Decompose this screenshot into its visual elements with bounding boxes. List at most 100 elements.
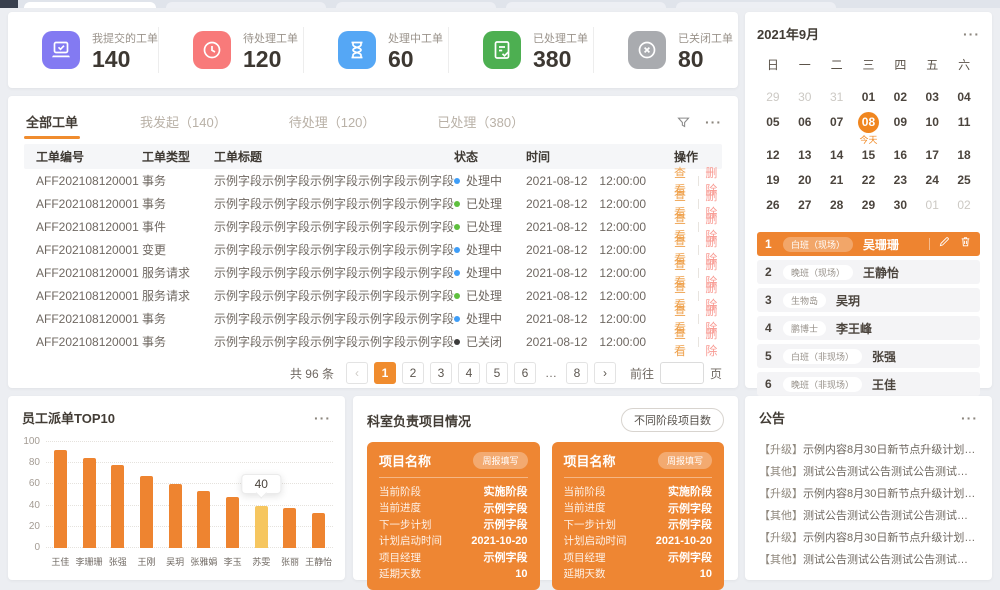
page-button-4[interactable]: 4 [458, 362, 480, 384]
calendar-day[interactable]: 19 [757, 170, 789, 195]
calendar-day[interactable]: 26 [757, 195, 789, 220]
calendar-day[interactable]: 22 [853, 170, 885, 195]
calendar-day[interactable]: 14 [821, 145, 853, 170]
tab-全部工单[interactable]: 全部工单 [24, 106, 80, 139]
calendar-day[interactable]: 31 [821, 87, 853, 112]
bar-王刚[interactable] [140, 476, 153, 548]
calendar-day[interactable]: 05 [757, 112, 789, 145]
stat-card[interactable]: 待处理工单120 [158, 27, 303, 73]
calendar-day[interactable]: 20 [789, 170, 821, 195]
next-page-button[interactable]: › [594, 362, 616, 384]
delete-link[interactable]: 删除 [705, 325, 722, 359]
calendar-day[interactable]: 02 [884, 87, 916, 112]
calendar-day[interactable]: 10 [916, 112, 948, 145]
stat-card[interactable]: 我提交的工单140 [8, 27, 158, 73]
calendar-day[interactable]: 02 [948, 195, 980, 220]
stat-card[interactable]: 处理中工单60 [303, 27, 448, 73]
page-button-8[interactable]: 8 [566, 362, 588, 384]
announcement-item[interactable]: 【其他】测试公告测试公告测试公告测试公告测试公告 [759, 549, 978, 571]
goto-page-input[interactable] [660, 362, 704, 384]
edit-icon[interactable] [938, 235, 951, 253]
prev-page-button[interactable]: ‹ [346, 362, 368, 384]
bar-王静怡[interactable] [312, 513, 325, 548]
bar-吴玥[interactable] [169, 484, 182, 548]
duty-row[interactable]: 3生物岛吴玥 [757, 288, 980, 312]
calendar-day[interactable]: 27 [789, 195, 821, 220]
bar-张丽[interactable] [283, 508, 296, 548]
duty-row[interactable]: 6晚班（非现场）王佳 [757, 372, 980, 396]
duty-row[interactable]: 5白班（非现场）张强 [757, 344, 980, 368]
calendar-day[interactable]: 29 [853, 195, 885, 220]
order-clock: 12:00:00 [599, 197, 646, 211]
browser-tab[interactable] [506, 2, 666, 8]
calendar-day[interactable]: 21 [821, 170, 853, 195]
calendar-day[interactable]: 13 [789, 145, 821, 170]
browser-tab[interactable] [336, 2, 496, 8]
calendar-day[interactable]: 17 [916, 145, 948, 170]
calendar-day[interactable]: 16 [884, 145, 916, 170]
goto-label: 前往 [630, 365, 654, 382]
calendar-day[interactable]: 09 [884, 112, 916, 145]
duty-row[interactable]: 1白班（现场）吴珊珊 [757, 232, 980, 256]
project-card[interactable]: 项目名称周报填写当前阶段实施阶段当前进度示例字段下一步计划示例字段计划启动时间2… [367, 442, 540, 590]
bar-张雅娟[interactable] [197, 491, 210, 548]
page-button-1[interactable]: 1 [374, 362, 396, 384]
calendar-day[interactable]: 04 [948, 87, 980, 112]
weekly-report-badge[interactable]: 周报填写 [473, 452, 527, 469]
stat-card[interactable]: 已处理工单380 [448, 27, 593, 73]
more-menu-icon[interactable]: ··· [963, 26, 980, 42]
browser-tab[interactable] [166, 2, 326, 8]
calendar-day[interactable]: 01 [916, 195, 948, 220]
tab-已处理（380）[interactable]: 已处理（380） [435, 106, 526, 139]
announcement-text: 测试公告测试公告测试公告测试公告测试公告 [803, 466, 978, 478]
announcement-item[interactable]: 【其他】测试公告测试公告测试公告测试公告测试公告 [759, 505, 978, 527]
calendar-day[interactable]: 30 [789, 87, 821, 112]
duty-row[interactable]: 2晚班（现场）王静怡 [757, 260, 980, 284]
stat-card[interactable]: 已关闭工单80 [593, 27, 738, 73]
filter-icon[interactable] [676, 115, 691, 130]
bar-李玉[interactable] [226, 497, 239, 548]
announcement-item[interactable]: 【升级】示例内容8月30日新节点升级计划通知 [759, 527, 978, 549]
calendar-day[interactable]: 03 [916, 87, 948, 112]
calendar-day[interactable]: 18 [948, 145, 980, 170]
calendar-day[interactable]: 28 [821, 195, 853, 220]
announcement-item[interactable]: 【其他】测试公告测试公告测试公告测试公告测试公告 [759, 461, 978, 483]
calendar-day[interactable]: 11 [948, 112, 980, 145]
view-link[interactable]: 查看 [674, 325, 691, 359]
page-button-3[interactable]: 3 [430, 362, 452, 384]
field-label: 延期天数 [564, 566, 606, 581]
browser-tab[interactable] [676, 2, 836, 8]
more-menu-icon[interactable]: ··· [314, 410, 331, 426]
calendar-day[interactable]: 23 [884, 170, 916, 195]
stage-count-button[interactable]: 不同阶段项目数 [621, 408, 724, 432]
duty-row[interactable]: 4鹏博士李王峰 [757, 316, 980, 340]
calendar-day[interactable]: 29 [757, 87, 789, 112]
calendar-day-today[interactable]: 08今天 [853, 112, 885, 145]
bar-苏雯[interactable] [255, 506, 268, 548]
calendar-day[interactable]: 25 [948, 170, 980, 195]
calendar-day[interactable]: 24 [916, 170, 948, 195]
page-button-5[interactable]: 5 [486, 362, 508, 384]
more-menu-icon[interactable]: ··· [705, 114, 722, 130]
announcement-item[interactable]: 【升级】示例内容8月30日新节点升级计划通知 [759, 483, 978, 505]
calendar-day[interactable]: 01 [853, 87, 885, 112]
weekly-report-badge[interactable]: 周报填写 [658, 452, 712, 469]
calendar-day[interactable]: 30 [884, 195, 916, 220]
tab-待处理（120）[interactable]: 待处理（120） [287, 106, 378, 139]
announcement-item[interactable]: 【升级】示例内容8月30日新节点升级计划通知 [759, 439, 978, 461]
page-button-2[interactable]: 2 [402, 362, 424, 384]
project-card[interactable]: 项目名称周报填写当前阶段实施阶段当前进度示例字段下一步计划示例字段计划启动时间2… [552, 442, 725, 590]
bar-李珊珊[interactable] [83, 458, 96, 548]
more-menu-icon[interactable]: ··· [961, 410, 978, 426]
calendar-day[interactable]: 06 [789, 112, 821, 145]
calendar-day[interactable]: 12 [757, 145, 789, 170]
browser-tab-active[interactable] [24, 2, 156, 8]
field-value: 2021-10-20 [471, 535, 527, 547]
trash-icon[interactable] [959, 235, 972, 253]
page-button-6[interactable]: 6 [514, 362, 536, 384]
calendar-day[interactable]: 15 [853, 145, 885, 170]
tab-我发起（140）[interactable]: 我发起（140） [138, 106, 229, 139]
calendar-day[interactable]: 07 [821, 112, 853, 145]
bar-王佳[interactable] [54, 450, 67, 548]
bar-张强[interactable] [111, 465, 124, 548]
